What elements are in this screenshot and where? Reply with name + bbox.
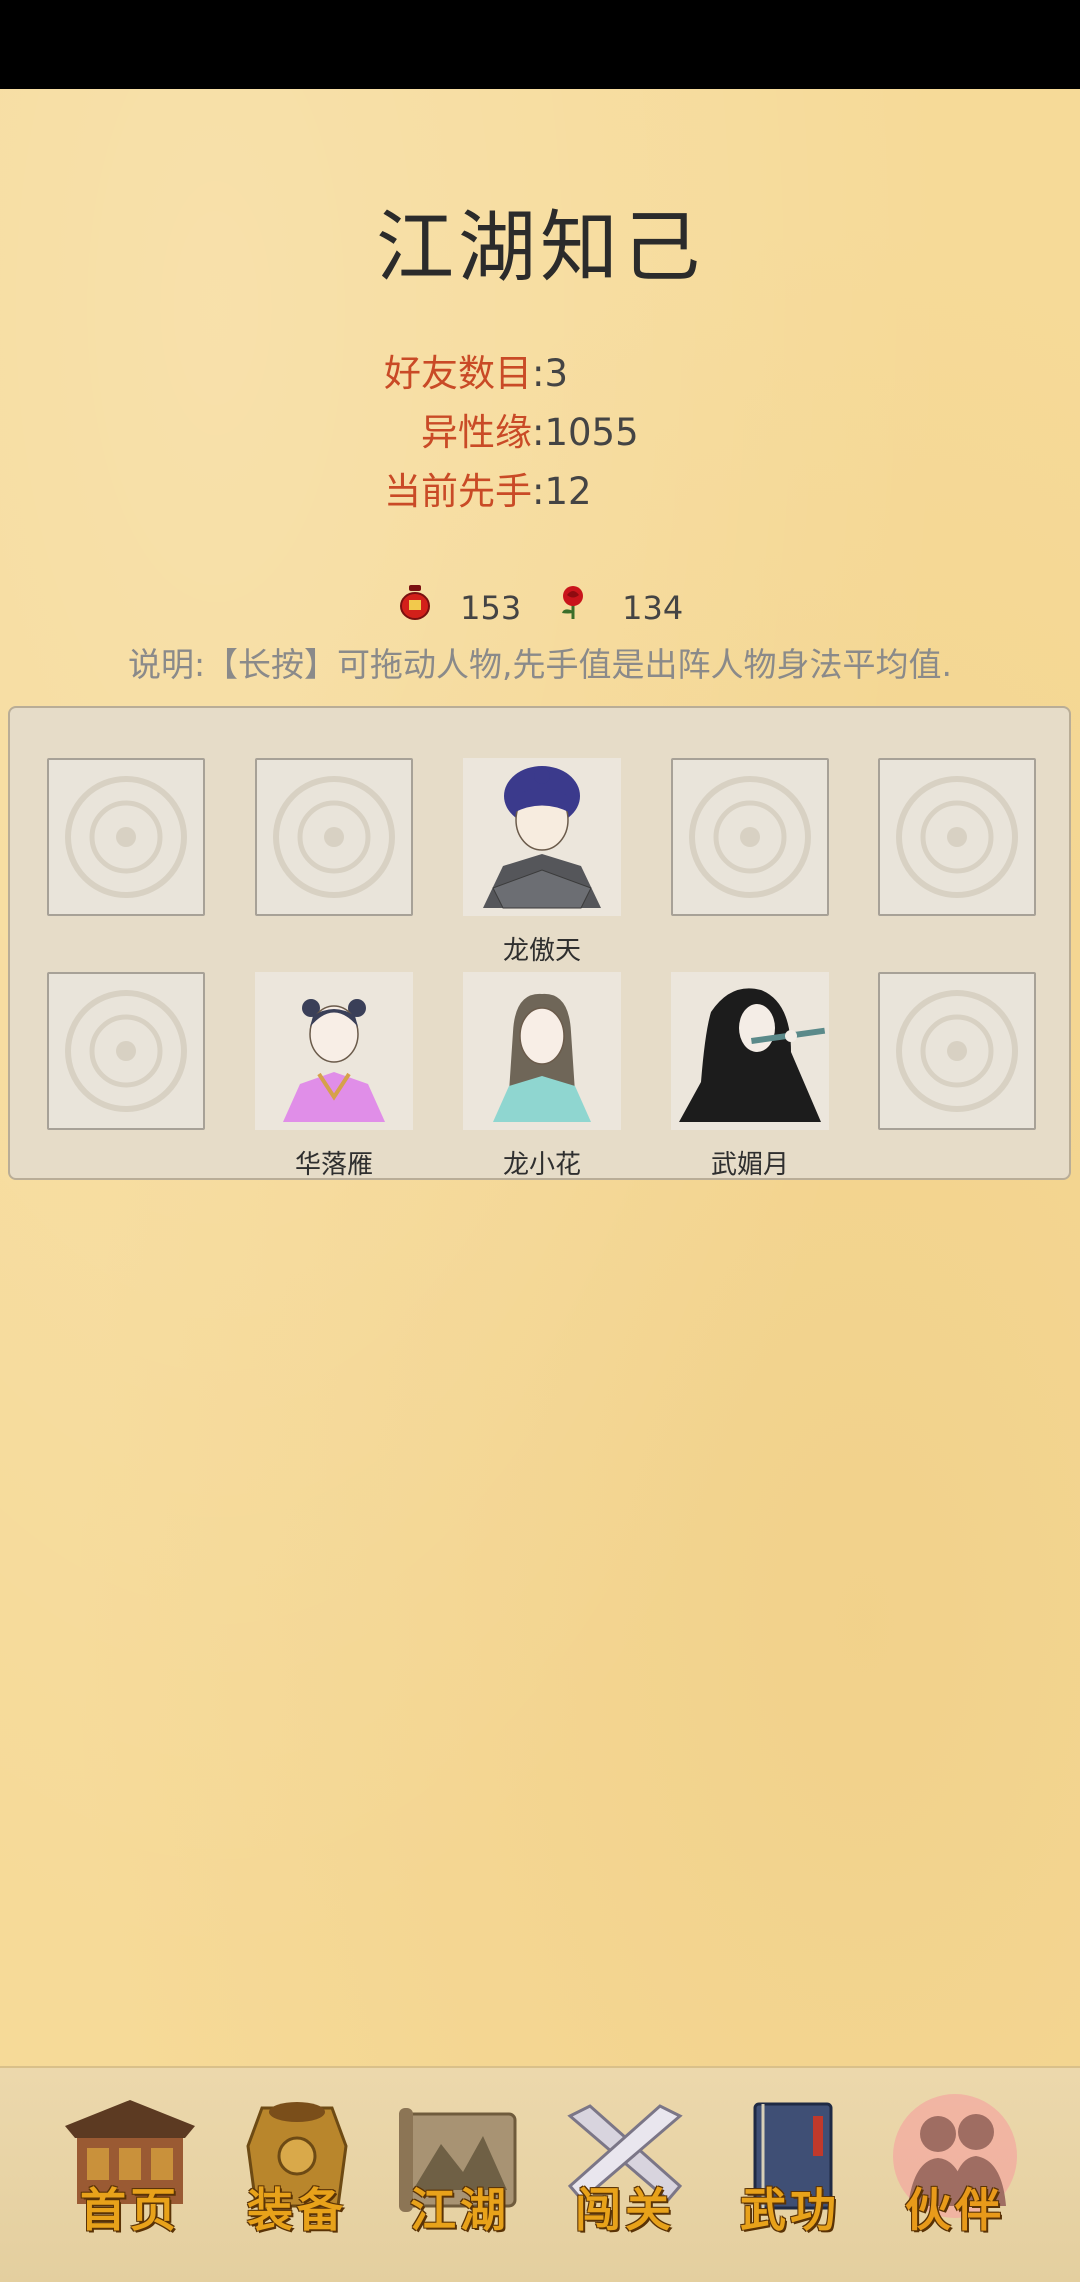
wine-jar-icon xyxy=(398,582,432,638)
stat-label: 好友数目 xyxy=(384,352,532,395)
status-bar xyxy=(0,0,1080,89)
empty-slot[interactable] xyxy=(878,972,1036,1130)
nav-label: 首页 xyxy=(80,2183,180,2237)
stat-value: :1055 xyxy=(532,411,639,454)
female-teal-robe-portrait xyxy=(493,993,591,1122)
emblem-icon xyxy=(896,990,1018,1112)
hero-name: 龙傲天 xyxy=(502,936,581,966)
nav-home[interactable]: 首页 xyxy=(55,2086,205,2266)
bottom-nav: 首页 装备 江湖 闯关 武功 伙伴 xyxy=(0,2066,1080,2282)
rose-count: 134 xyxy=(622,589,684,627)
stat-charm: 异性缘 :1055 xyxy=(0,405,1080,461)
hero-slot-wu-meiyue[interactable] xyxy=(671,972,829,1130)
empty-slot[interactable] xyxy=(47,972,205,1130)
empty-slot[interactable] xyxy=(878,758,1036,916)
male-swordsman-portrait xyxy=(483,766,601,909)
jar-currency: 153 xyxy=(398,580,521,636)
rose-currency: 134 xyxy=(556,580,683,636)
nav-label: 装备 xyxy=(247,2183,347,2237)
hero-slot-hua-luoyan[interactable] xyxy=(255,972,413,1130)
page-title: 江湖知己 xyxy=(375,203,704,293)
empty-slot[interactable] xyxy=(671,758,829,916)
stat-initiative: 当前先手 :12 xyxy=(0,464,1080,520)
stat-label: 异性缘 xyxy=(421,411,532,454)
stat-value: :3 xyxy=(532,352,569,395)
hero-slot-long-aotian[interactable] xyxy=(463,758,621,916)
emblem-icon xyxy=(65,990,187,1112)
nav-label: 武功 xyxy=(740,2183,840,2237)
hero-name: 华落雁 xyxy=(294,1150,373,1180)
nav-label: 江湖 xyxy=(410,2183,510,2237)
formation-panel: 龙傲天 华落雁 龙小花 武媚月 xyxy=(8,706,1071,1180)
rose-icon xyxy=(556,582,590,638)
jar-count: 153 xyxy=(460,589,522,627)
emblem-icon xyxy=(896,776,1018,898)
nav-martial-arts[interactable]: 武功 xyxy=(715,2086,865,2266)
hero-slot-long-xiaohua[interactable] xyxy=(463,972,621,1130)
hero-name: 武媚月 xyxy=(710,1150,789,1180)
female-flute-player-portrait xyxy=(679,988,826,1122)
stat-value: :12 xyxy=(532,470,592,513)
emblem-icon xyxy=(689,776,811,898)
female-pink-robe-portrait xyxy=(283,999,385,1122)
hero-name: 龙小花 xyxy=(502,1150,581,1180)
emblem-icon xyxy=(273,776,395,898)
nav-label: 伙伴 xyxy=(905,2183,1005,2237)
instruction-note: 说明:【长按】可拖动人物,先手值是出阵人物身法平均值. xyxy=(127,645,953,684)
nav-equipment[interactable]: 装备 xyxy=(222,2086,372,2266)
empty-slot[interactable] xyxy=(47,758,205,916)
stat-friends: 好友数目 :3 xyxy=(0,346,1080,402)
nav-label: 闯关 xyxy=(575,2183,675,2237)
empty-slot[interactable] xyxy=(255,758,413,916)
stat-label: 当前先手 xyxy=(384,470,532,513)
nav-partners[interactable]: 伙伴 xyxy=(880,2086,1030,2266)
nav-challenge[interactable]: 闯关 xyxy=(550,2086,700,2266)
emblem-icon xyxy=(65,776,187,898)
nav-jianghu[interactable]: 江湖 xyxy=(385,2086,535,2266)
